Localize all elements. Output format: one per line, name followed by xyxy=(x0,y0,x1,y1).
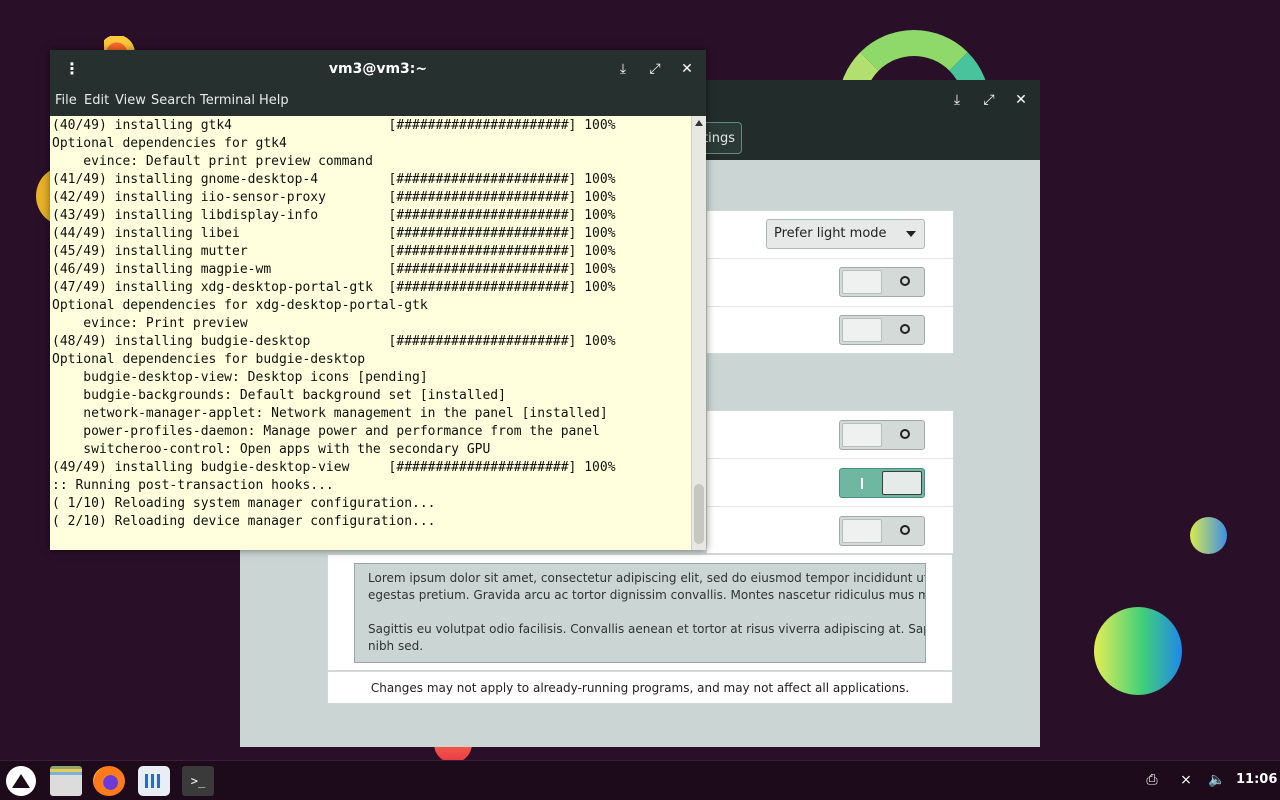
lorem-line: egestas pretium. Gravida arcu ac tortor … xyxy=(368,588,926,602)
menu-edit[interactable]: Edit xyxy=(84,93,109,108)
menu-view[interactable]: View xyxy=(115,93,146,108)
scroll-up-arrow-icon[interactable] xyxy=(695,120,703,126)
terminal-line: Optional dependencies for xdg-desktop-po… xyxy=(52,298,428,313)
firefox-icon[interactable] xyxy=(93,766,125,796)
clock[interactable]: 11:06 xyxy=(1236,772,1277,787)
terminal-line: (44/49) installing libei [##############… xyxy=(52,226,616,241)
launcher-icon[interactable] xyxy=(6,766,36,796)
terminal-line: network-manager-applet: Network manageme… xyxy=(52,406,608,421)
menu-bar: File Edit View Search Terminal Help xyxy=(50,86,706,116)
close-icon[interactable]: ✕ xyxy=(677,59,697,79)
system-monitor-icon[interactable] xyxy=(138,766,170,796)
setting-toggle[interactable] xyxy=(839,267,925,297)
settings-note: Changes may not apply to already-running… xyxy=(327,671,953,704)
close-icon[interactable]: ✕ xyxy=(1011,90,1031,110)
terminal-line: (47/49) installing xdg-desktop-portal-gt… xyxy=(52,280,616,295)
terminal-scrollbar[interactable] xyxy=(691,116,706,550)
setting-toggle[interactable] xyxy=(839,468,925,498)
lorem-line: Lorem ipsum dolor sit amet, consectetur … xyxy=(368,571,926,585)
terminal-line: budgie-desktop-view: Desktop icons [pend… xyxy=(52,370,428,385)
maximize-icon[interactable]: ⤢ xyxy=(979,90,999,110)
terminal-lines: (40/49) installing gtk4 [###############… xyxy=(50,116,691,531)
maximize-icon[interactable]: ⤢ xyxy=(645,59,665,79)
chevron-down-icon xyxy=(906,231,916,237)
row-divider xyxy=(707,506,953,507)
font-preview-text: Lorem ipsum dolor sit amet, consectetur … xyxy=(354,563,926,663)
terminal-icon[interactable]: >_ xyxy=(182,766,214,796)
setting-toggle[interactable] xyxy=(839,420,925,450)
row-divider xyxy=(707,458,953,459)
terminal-line: power-profiles-daemon: Manage power and … xyxy=(52,424,600,439)
terminal-line: ( 2/10) Reloading device manager configu… xyxy=(52,514,436,529)
terminal-line: ( 1/10) Reloading system manager configu… xyxy=(52,496,436,511)
menu-terminal[interactable]: Terminal xyxy=(200,93,255,108)
terminal-line: (43/49) installing libdisplay-info [####… xyxy=(52,208,616,223)
terminal-line: Optional dependencies for gtk4 xyxy=(52,136,287,151)
minimize-icon[interactable]: ⤓ xyxy=(613,59,633,79)
printer-icon[interactable]: ⎙ xyxy=(1143,771,1161,789)
menu-file[interactable]: File xyxy=(55,93,77,108)
terminal-line: switcheroo-control: Open apps with the s… xyxy=(52,442,491,457)
terminal-output[interactable]: (40/49) installing gtk4 [###############… xyxy=(50,116,691,550)
theme-dropdown-value: Prefer light mode xyxy=(774,226,887,241)
window-title: vm3@vm3:~ xyxy=(328,61,428,77)
menu-search[interactable]: Search xyxy=(151,93,196,108)
terminal-line: :: Running post-transaction hooks... xyxy=(52,478,334,493)
terminal-line: (49/49) installing budgie-desktop-view [… xyxy=(52,460,616,475)
terminal-line: (41/49) installing gnome-desktop-4 [####… xyxy=(52,172,616,187)
network-disconnected-icon[interactable]: ⨯ xyxy=(1177,771,1195,789)
wallpaper-ball xyxy=(1190,517,1227,554)
taskbar: >_ ⎙ ⨯ 🔈 11:06 xyxy=(0,760,1280,800)
scrollbar-thumb[interactable] xyxy=(694,484,704,544)
menu-help[interactable]: Help xyxy=(259,93,289,108)
terminal-line: evince: Default print preview command xyxy=(52,154,373,169)
terminal-line: evince: Print preview xyxy=(52,316,248,331)
terminal-line: (48/49) installing budgie-desktop [#####… xyxy=(52,334,616,349)
setting-toggle[interactable] xyxy=(839,315,925,345)
setting-toggle[interactable] xyxy=(839,516,925,546)
terminal-line: (42/49) installing iio-sensor-proxy [###… xyxy=(52,190,616,205)
lorem-line: nibh sed. xyxy=(368,639,424,653)
terminal-line: (40/49) installing gtk4 [###############… xyxy=(52,118,616,133)
files-icon[interactable] xyxy=(50,766,82,796)
lorem-line: Sagittis eu volutpat odio facilisis. Con… xyxy=(368,622,926,636)
terminal-line: (45/49) installing mutter [#############… xyxy=(52,244,616,259)
minimize-icon[interactable]: ⤓ xyxy=(947,90,967,110)
terminal-line: Optional dependencies for budgie-desktop xyxy=(52,352,366,367)
wallpaper-ball xyxy=(1094,607,1182,695)
terminal-line: (46/49) installing magpie-wm [##########… xyxy=(52,262,616,277)
row-divider xyxy=(707,258,953,259)
volume-icon[interactable]: 🔈 xyxy=(1208,771,1226,789)
theme-dropdown[interactable]: Prefer light mode xyxy=(766,219,925,249)
row-divider xyxy=(707,306,953,307)
terminal-line: budgie-backgrounds: Default background s… xyxy=(52,388,506,403)
terminal-window: ⋮ vm3@vm3:~ ⤓ ⤢ ✕ File Edit View Search … xyxy=(50,50,706,550)
